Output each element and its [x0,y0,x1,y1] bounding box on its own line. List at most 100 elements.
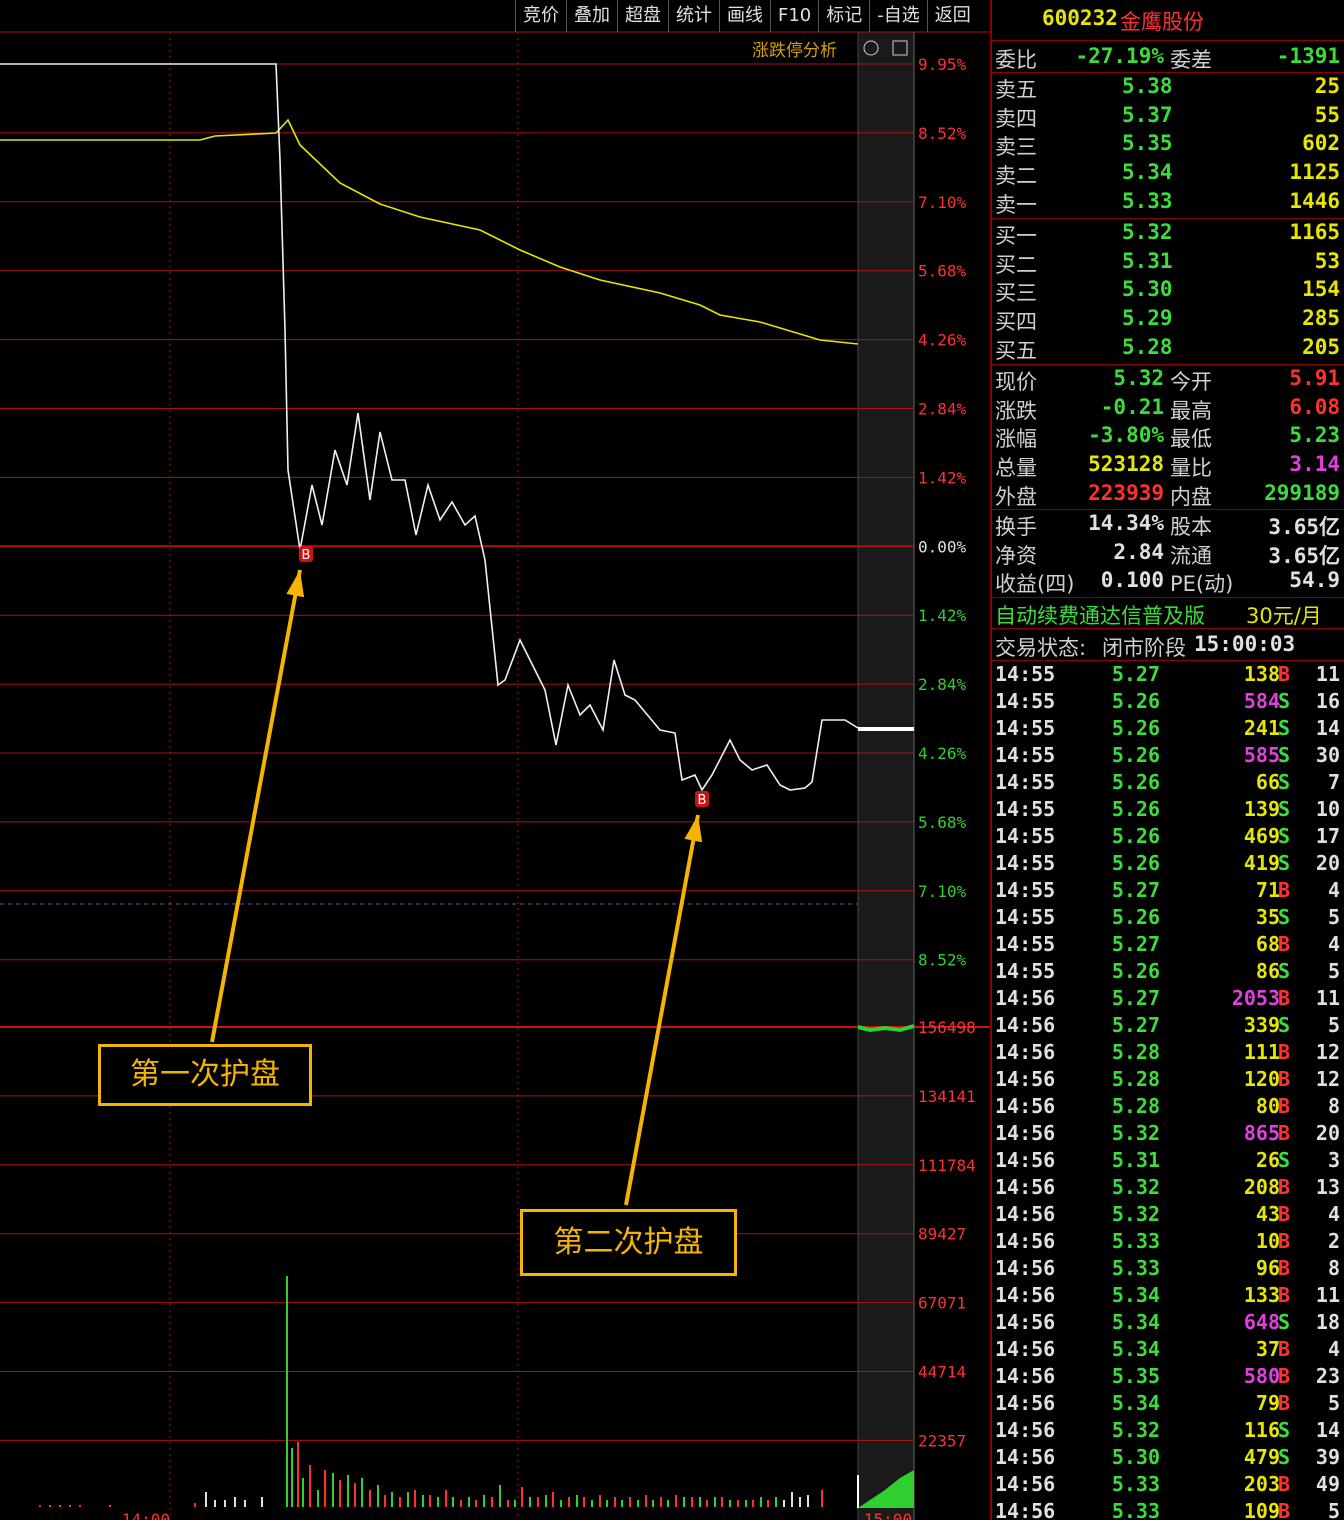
buy-marker-label-0: B [302,548,311,563]
tick-row[interactable]: 14:55 5.26 419 S 20 [992,851,1344,878]
tick-count: 4 [1327,1202,1340,1226]
tick-row[interactable]: 14:56 5.33 109 B 5 [992,1499,1344,1520]
stat-label: 最低 [1170,427,1212,452]
tick-row[interactable]: 14:56 5.32 116 S 14 [992,1418,1344,1445]
level-price: 5.33 [1122,188,1173,213]
tick-row[interactable]: 14:56 5.34 37 B 4 [992,1337,1344,1364]
toolbar-button-8[interactable]: 返回 [926,0,978,32]
toolbar-button-1[interactable]: 叠加 [566,0,617,32]
tick-row[interactable]: 14:55 5.26 584 S 16 [992,689,1344,716]
tick-price: 5.33 [1111,1229,1160,1253]
tick-row[interactable]: 14:56 5.32 208 B 13 [992,1175,1344,1202]
tick-price: 5.33 [1111,1256,1160,1280]
asks-row[interactable]: 卖三 5.35 602 [992,131,1344,159]
level-price: 5.31 [1122,248,1173,273]
tick-row[interactable]: 14:56 5.33 10 B 2 [992,1229,1344,1256]
tick-time: 14:55 [995,824,1056,848]
tick-row[interactable]: 14:56 5.30 479 S 39 [992,1445,1344,1472]
status-time: 15:00:03 [1194,632,1296,656]
tick-row[interactable]: 14:55 5.26 86 S 5 [992,959,1344,986]
tick-count: 5 [1327,1391,1340,1415]
level-label: 卖五 [995,78,1037,102]
tick-row[interactable]: 14:55 5.27 138 B 11 [992,662,1344,689]
stat-value: 0.100 [1100,568,1164,593]
tick-row[interactable]: 14:56 5.31 26 S 3 [992,1148,1344,1175]
tick-row[interactable]: 14:56 5.27 339 S 5 [992,1013,1344,1040]
volume-axis-label: 111784 [918,1156,976,1175]
tick-row[interactable]: 14:56 5.34 648 S 18 [992,1310,1344,1337]
level-volume: 602 [1302,131,1340,156]
tick-row[interactable]: 14:55 5.26 469 S 17 [992,824,1344,851]
tick-price: 5.27 [1111,1013,1160,1037]
stat-label: 流通 [1170,543,1212,568]
toolbar-button-6[interactable]: 标记 [818,0,869,32]
stat-value: 299189 [1264,480,1340,505]
tick-volume: 116 [1243,1418,1280,1442]
asks-row[interactable]: 卖二 5.34 1125 [992,160,1344,188]
tick-price: 5.32 [1111,1202,1160,1226]
stat-label: 现价 [995,370,1037,394]
tick-row[interactable]: 14:55 5.26 241 S 14 [992,716,1344,743]
tick-price: 5.26 [1111,743,1160,767]
tick-row[interactable]: 14:56 5.34 79 B 5 [992,1391,1344,1418]
intraday-chart[interactable]: 9.95% 8.52% 7.10% 5.68% 4.26% 2.84% 1.42% 0.00%… [0,0,990,1520]
toolbar-button-5[interactable]: F10 [770,0,818,32]
tick-row[interactable]: 14:56 5.32 43 B 4 [992,1202,1344,1229]
level-label: 买三 [995,281,1037,306]
tick-row[interactable]: 14:56 5.28 120 B 12 [992,1067,1344,1094]
tick-price: 5.27 [1111,986,1160,1010]
tick-row[interactable]: 14:55 5.26 35 S 5 [992,905,1344,932]
tick-row[interactable]: 14:56 5.32 865 B 20 [992,1121,1344,1148]
tick-side: B [1278,1364,1291,1388]
tick-row[interactable]: 14:56 5.33 203 B 49 [992,1472,1344,1499]
tick-time: 14:56 [995,1067,1056,1091]
asks-row[interactable]: 卖五 5.38 25 [992,74,1344,102]
bids-row[interactable]: 买一 5.32 1165 [992,220,1344,248]
weicha-label: 委差 [1170,48,1212,72]
toolbar-button-4[interactable]: 画线 [719,0,770,32]
toolbar-button-7[interactable]: -自选 [869,0,927,32]
tick-row[interactable]: 14:55 5.27 68 B 4 [992,932,1344,959]
tick-row[interactable]: 14:56 5.34 133 B 11 [992,1283,1344,1310]
toolbar-button-2[interactable]: 超盘 [617,0,668,32]
tick-volume: 26 [1255,1148,1280,1172]
tick-row[interactable]: 14:55 5.26 66 S 7 [992,770,1344,797]
level-volume: 154 [1302,277,1340,302]
ad-row[interactable]: 自动续费通达信普及版 30元/月 [992,600,1344,630]
bids-row[interactable]: 买四 5.29 285 [992,306,1344,334]
bids-row[interactable]: 买三 5.30 154 [992,277,1344,305]
tick-time: 14:56 [995,1472,1056,1496]
tick-count: 13 [1315,1175,1340,1199]
tick-count: 4 [1327,1337,1340,1361]
tick-row[interactable]: 14:56 5.28 80 B 8 [992,1094,1344,1121]
tick-row[interactable]: 14:55 5.26 139 S 10 [992,797,1344,824]
tick-count: 5 [1327,959,1340,983]
bids-row[interactable]: 买五 5.28 205 [992,335,1344,363]
tick-time: 14:56 [995,1391,1056,1415]
tick-row[interactable]: 14:56 5.33 96 B 8 [992,1256,1344,1283]
tick-side: B [1278,1067,1291,1091]
tick-price: 5.26 [1111,851,1160,875]
tick-row[interactable]: 14:56 5.35 580 B 23 [992,1364,1344,1391]
tick-time: 14:56 [995,1040,1056,1064]
stat-label: 涨跌 [995,398,1037,423]
tick-price: 5.31 [1111,1148,1160,1172]
tick-price: 5.35 [1111,1364,1160,1388]
tick-volume: 109 [1243,1499,1280,1520]
tick-row[interactable]: 14:56 5.28 111 B 12 [992,1040,1344,1067]
tick-time: 14:55 [995,689,1056,713]
stat-value: 3.65亿 [1268,543,1340,568]
tick-row[interactable]: 14:56 5.27 2053 B 11 [992,986,1344,1013]
tick-side: B [1278,1283,1291,1307]
tick-row[interactable]: 14:55 5.26 585 S 30 [992,743,1344,770]
level-label: 卖二 [995,164,1037,189]
toolbar-button-3[interactable]: 统计 [668,0,719,32]
asks-row[interactable]: 卖四 5.37 55 [992,103,1344,131]
volume-axis-label: 67071 [918,1294,966,1313]
bids-row[interactable]: 买二 5.31 53 [992,249,1344,277]
stat2-row: 收益(四) 0.100 PE(动) 54.9 [992,568,1344,596]
asks-row[interactable]: 卖一 5.33 1446 [992,189,1344,217]
tick-row[interactable]: 14:55 5.27 71 B 4 [992,878,1344,905]
tick-side: S [1278,959,1291,983]
toolbar-button-0[interactable]: 竞价 [515,0,566,32]
